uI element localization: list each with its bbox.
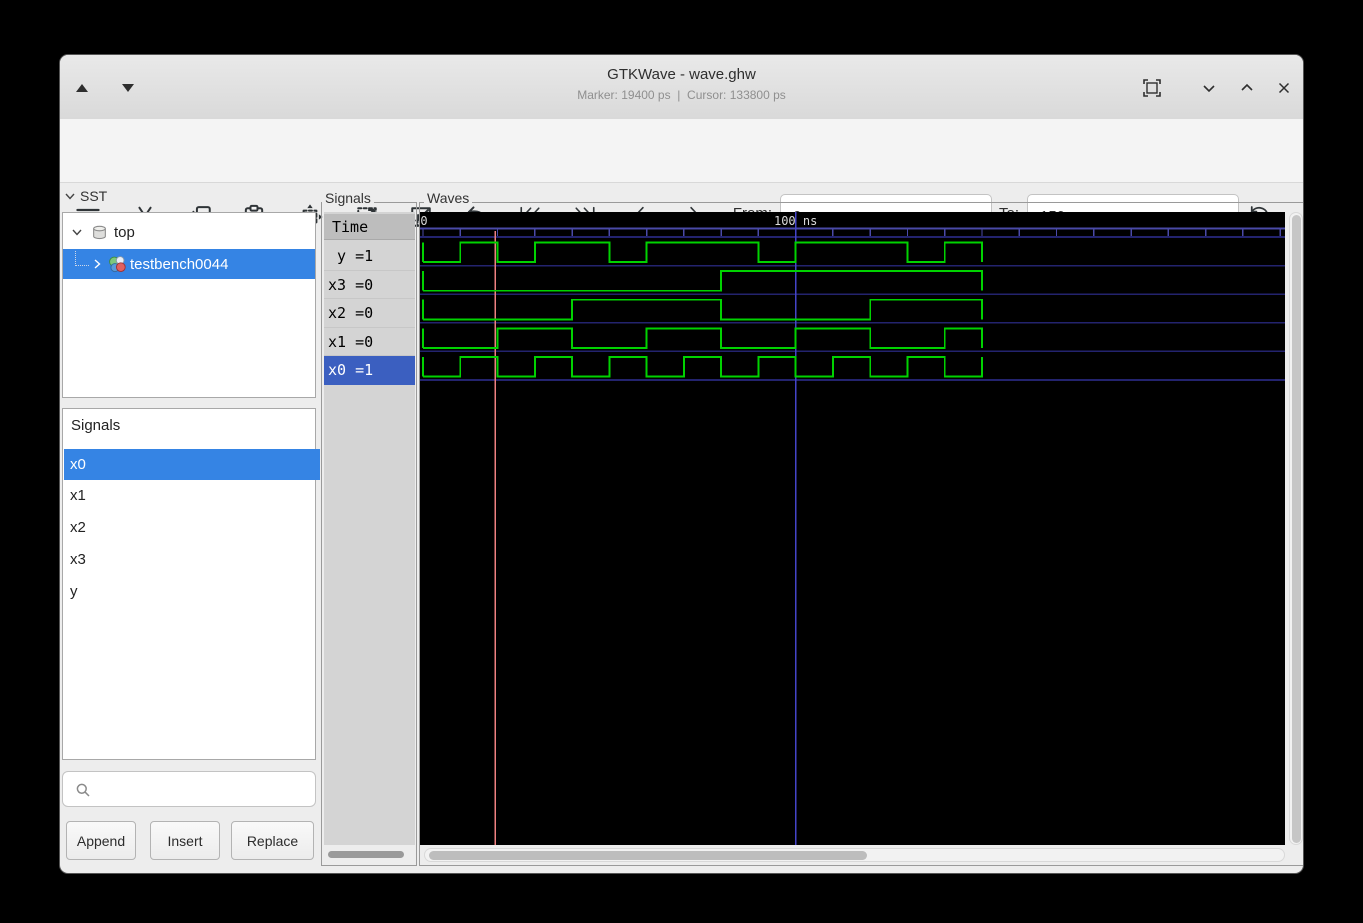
sst-tree: top testbench0044 bbox=[62, 212, 316, 398]
tree-item-label: top bbox=[114, 223, 135, 241]
tree-item-label: testbench0044 bbox=[130, 255, 229, 273]
sst-signals-header: Signals bbox=[71, 417, 121, 434]
fullscreen-button[interactable] bbox=[1135, 73, 1169, 103]
signal-list-item-x1[interactable]: x1 bbox=[64, 480, 320, 511]
tree-item-testbench[interactable]: testbench0044 bbox=[63, 249, 315, 279]
marker-cursor-statusline: Marker: 19400 ps | Cursor: 133800 ps bbox=[577, 88, 786, 102]
close-icon bbox=[1278, 82, 1290, 94]
signal-name-row-x0[interactable]: x0 =1 bbox=[324, 356, 415, 385]
search-input[interactable] bbox=[95, 775, 309, 805]
titlebar[interactable]: GTKWave - wave.ghw Marker: 19400 ps | Cu… bbox=[60, 55, 1303, 120]
expander-down-icon[interactable] bbox=[71, 226, 83, 238]
waves-hscrollbar-track[interactable] bbox=[424, 848, 1285, 862]
names-hscrollbar[interactable] bbox=[328, 851, 404, 858]
append-button[interactable]: Append bbox=[66, 821, 136, 860]
waveform-plot: 0 100 ns bbox=[420, 212, 1285, 845]
signal-list-item-x0[interactable]: x0 bbox=[64, 449, 320, 480]
expander-down-icon[interactable] bbox=[64, 190, 76, 202]
sst-label: SST bbox=[80, 188, 108, 204]
signals-frame-label: Signals bbox=[322, 190, 374, 206]
tree-item-top[interactable]: top bbox=[63, 217, 315, 247]
minimize-button[interactable] bbox=[1192, 73, 1226, 103]
search-icon bbox=[76, 783, 90, 797]
signal-name-row-x2[interactable]: x2 =0 bbox=[324, 299, 415, 328]
svg-text:0: 0 bbox=[420, 214, 427, 228]
signal-name-row-x3[interactable]: x3 =0 bbox=[324, 271, 415, 300]
chevron-up-icon bbox=[1241, 83, 1253, 91]
sst-header: SST bbox=[64, 186, 107, 206]
close-button[interactable] bbox=[1267, 73, 1301, 103]
maximize-button[interactable] bbox=[1230, 73, 1264, 103]
wave-canvas[interactable]: 0 100 ns bbox=[420, 212, 1285, 845]
waves-frame-label: Waves bbox=[424, 190, 473, 206]
signal-search-box bbox=[62, 771, 316, 807]
signal-name-row-x1[interactable]: x1 =0 bbox=[324, 328, 415, 357]
signal-list-item-x3[interactable]: x3 bbox=[64, 544, 320, 575]
signal-list-item-x2[interactable]: x2 bbox=[64, 512, 320, 543]
signal-name-row-y[interactable]: y =1 bbox=[324, 242, 415, 271]
sst-signals-box: Signals x0 x1 x2 x3 y bbox=[62, 408, 320, 760]
time-header: Time bbox=[324, 214, 415, 240]
chevron-down-icon bbox=[1203, 85, 1215, 93]
tree-connector bbox=[75, 250, 89, 266]
expander-right-icon[interactable] bbox=[91, 258, 103, 270]
signal-names-panel: Time y =1 x3 =0 x2 =0 x1 =0 x0 =1 bbox=[324, 212, 415, 845]
cylinder-icon bbox=[93, 225, 106, 239]
signal-list-item-y[interactable]: y bbox=[64, 576, 320, 607]
toolbar: From: To: bbox=[60, 119, 1303, 238]
insert-button[interactable]: Insert bbox=[150, 821, 220, 860]
gtkwave-window: GTKWave - wave.ghw Marker: 19400 ps | Cu… bbox=[60, 55, 1303, 873]
waves-hscrollbar-handle[interactable] bbox=[429, 851, 867, 860]
replace-button[interactable]: Replace bbox=[231, 821, 314, 860]
module-icon bbox=[109, 256, 126, 273]
window-title: GTKWave - wave.ghw bbox=[607, 66, 756, 83]
waves-vscrollbar-handle[interactable] bbox=[1292, 215, 1301, 843]
waves-vscrollbar-track[interactable] bbox=[1289, 212, 1303, 845]
fullscreen-icon bbox=[1143, 79, 1161, 97]
